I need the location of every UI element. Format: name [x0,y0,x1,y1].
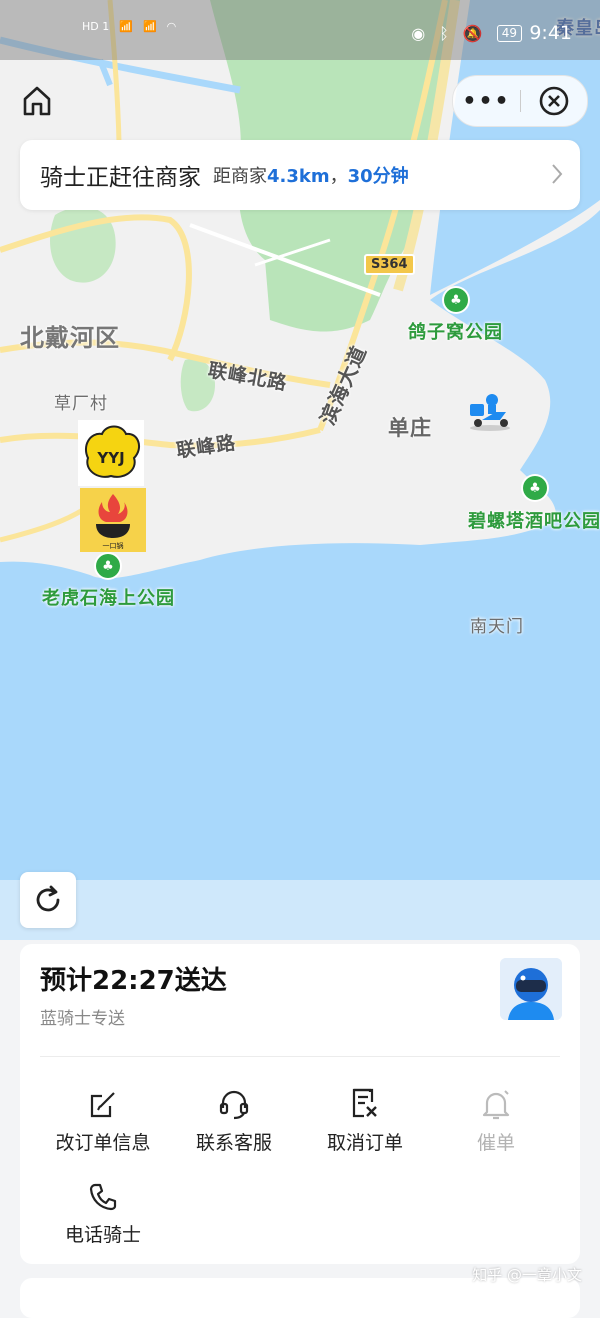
cancel-order-icon [300,1086,430,1120]
signal-indicators: HD 1 📶 📶 ◠ [82,20,176,33]
map-label-village: 草厂村 [54,394,108,414]
order-status-title: 骑士正赶往商家 [40,165,201,191]
distance-value: 4.3km [267,166,330,187]
shop-marker-yyj[interactable]: YYJ [78,420,144,486]
shop2-logo-text: 一口锅 [103,541,124,550]
close-icon [539,86,569,116]
action-label: 催单 [476,1132,515,1154]
status-bar: HD 1 📶 📶 ◠ ◉ ᛒ 🔕 49 9:41 [0,0,600,60]
wifi-icon: ◠ [166,20,177,33]
bluetooth-icon: ᛒ [439,24,449,43]
home-icon [23,86,51,116]
mute-icon: 🔕 [462,24,483,43]
action-label: 联系客服 [195,1132,272,1154]
park-pin-icon: ♣ [444,288,468,312]
action-urge-order[interactable]: 催单 [431,1086,561,1155]
eye-icon: ◉ [411,24,426,43]
eta-minutes: 30分钟 [347,166,409,187]
battery-icon: 49 [496,25,522,42]
chevron-right-icon [550,162,564,190]
distance-separator: ， [329,166,348,187]
signal-icon: 📶 [119,20,133,33]
highway-badge: S364 [364,254,415,275]
distance-info: 距商家4.3km，30分钟 [213,162,409,188]
refresh-icon [36,885,60,912]
delivery-sheet: 预计22:27送达 蓝骑士专送 改订单信息 联系客服 取消订单 催单 电话骑士 [20,944,580,1264]
action-label: 取消订单 [326,1132,403,1154]
headset-icon [169,1086,299,1120]
phone-icon [38,1178,168,1212]
order-status-card[interactable]: 骑士正赶往商家 距商家4.3km，30分钟 [20,140,580,210]
distance-prefix: 距商家 [213,166,267,187]
map-label-district: 北戴河区 [20,324,120,352]
rider-location-marker[interactable] [466,390,514,432]
scooter-rider-icon [470,394,510,431]
more-button[interactable]: ••• [453,89,520,114]
action-edit-order[interactable]: 改订单信息 [38,1086,168,1155]
refresh-button[interactable] [20,872,76,928]
sheet-divider [40,1056,560,1057]
action-contact-support[interactable]: 联系客服 [169,1086,299,1155]
map-label-town: 单庄 [388,416,432,440]
shop-logo-text: YYJ [96,449,124,467]
home-button[interactable] [18,82,56,120]
map-label-park-1: 鸽子窝公园 [408,322,503,343]
bell-icon [431,1086,561,1120]
close-button[interactable] [521,85,587,117]
map-label-place: 南天门 [470,617,524,637]
map-label-park-2: 碧螺塔酒吧公园 [468,511,600,532]
action-call-rider[interactable]: 电话骑士 [38,1178,168,1247]
action-label: 改订单信息 [55,1132,151,1154]
shop-logo-icon: YYJ [84,425,141,478]
status-time: 9:41 [529,22,572,44]
system-indicators: ◉ ᛒ 🔕 49 [411,24,522,43]
edit-icon [38,1086,168,1120]
rider-avatar-icon [500,958,562,1020]
hd-indicator: HD 1 [82,20,110,33]
map-label-park-3: 老虎石海上公园 [42,588,175,609]
shop-marker-hotpot[interactable]: 一口锅 [80,488,146,552]
signal-icon: 📶 [142,20,157,33]
action-label: 电话骑士 [64,1224,141,1246]
park-pin-icon: ♣ [523,476,547,500]
rider-avatar[interactable] [500,958,562,1020]
shop-logo-icon: 一口锅 [96,494,130,550]
action-cancel-order[interactable]: 取消订单 [300,1086,430,1155]
park-pin-icon: ♣ [96,554,120,578]
rider-type: 蓝骑士专送 [40,1009,125,1029]
delivery-eta: 预计22:27送达 [40,966,227,996]
watermark: 知乎 @一章小文 [472,1266,582,1284]
miniapp-capsule: ••• [452,75,588,127]
